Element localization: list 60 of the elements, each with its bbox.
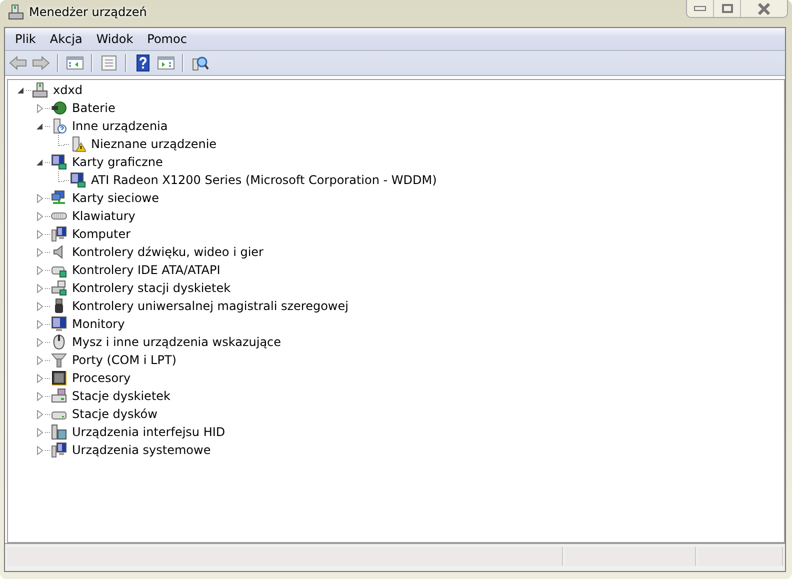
expand-arrow-icon[interactable] xyxy=(36,392,44,400)
tree-item[interactable]: xdxd xyxy=(52,82,84,98)
expand-arrow-icon[interactable] xyxy=(36,428,44,436)
tree-item[interactable]: Karty graficzne xyxy=(71,154,164,170)
port-icon xyxy=(51,352,67,368)
close-icon xyxy=(757,2,771,14)
tree-item[interactable]: Stacje dyskietek xyxy=(71,388,172,404)
floppy-controller-icon xyxy=(51,280,67,296)
expand-arrow-icon[interactable] xyxy=(36,284,44,292)
tree-item[interactable]: Baterie xyxy=(71,100,116,116)
tree-item[interactable]: Klawiatury xyxy=(71,208,136,224)
window-title: Menedżer urządzeń xyxy=(29,5,147,19)
collapse-arrow-icon[interactable] xyxy=(36,122,44,130)
tree-item[interactable]: Kontrolery stacji dyskietek xyxy=(71,280,232,296)
chip-icon xyxy=(51,370,67,386)
tree-item[interactable]: Porty (COM i LPT) xyxy=(71,352,178,368)
battery-icon xyxy=(51,100,67,116)
expand-arrow-icon[interactable] xyxy=(36,374,44,382)
hid-device-icon xyxy=(51,424,67,440)
expand-arrow-icon[interactable] xyxy=(36,212,44,220)
expand-arrow-icon[interactable] xyxy=(36,410,44,418)
expand-arrow-icon[interactable] xyxy=(36,320,44,328)
network-icon xyxy=(51,190,67,206)
tree-item[interactable]: Urządzenia systemowe xyxy=(71,442,212,458)
tree-item[interactable]: Monitory xyxy=(71,316,126,332)
display-adapter-icon xyxy=(51,154,67,170)
tree-item[interactable]: Karty sieciowe xyxy=(71,190,160,206)
expand-arrow-icon[interactable] xyxy=(36,248,44,256)
menu-item[interactable]: Akcja xyxy=(42,32,90,46)
tree-item[interactable]: ATI Radeon X1200 Series (Microsoft Corporation - WDDM) xyxy=(90,172,438,188)
expand-arrow-icon[interactable] xyxy=(36,446,44,454)
mouse-icon xyxy=(51,334,67,350)
expand-arrow-icon[interactable] xyxy=(36,266,44,274)
menu-item[interactable]: Pomoc xyxy=(140,32,194,46)
warning-device-icon xyxy=(70,136,86,152)
computer-icon xyxy=(32,82,48,98)
display-adapter-icon xyxy=(70,172,86,188)
device-question-icon xyxy=(51,118,67,134)
menu-item[interactable]: Plik xyxy=(8,32,43,46)
tree-item[interactable]: Procesory xyxy=(71,370,132,386)
tree-item[interactable]: Stacje dysków xyxy=(71,406,158,422)
tree-item[interactable]: Komputer xyxy=(71,226,132,242)
expand-arrow-icon[interactable] xyxy=(36,194,44,202)
tree-item[interactable]: Urządzenia interfejsu HID xyxy=(71,424,226,440)
tree-item[interactable]: Kontrolery dźwięku, wideo i gier xyxy=(71,244,264,260)
computer-icon xyxy=(8,4,24,20)
menu-item[interactable]: Widok xyxy=(89,32,140,46)
expand-arrow-icon[interactable] xyxy=(36,302,44,310)
expand-arrow-icon[interactable] xyxy=(36,230,44,238)
expand-arrow-icon[interactable] xyxy=(36,104,44,112)
tree-item[interactable]: Kontrolery IDE ATA/ATAPI xyxy=(71,262,222,278)
expand-arrow-icon[interactable] xyxy=(36,338,44,346)
tree-item[interactable]: Inne urządzenia xyxy=(71,118,169,134)
tree-item[interactable]: Mysz i inne urządzenia wskazujące xyxy=(71,334,282,350)
tree-item[interactable]: Kontrolery uniwersalnej magistrali szeregowej xyxy=(71,298,350,314)
tree-item[interactable]: Nieznane urządzenie xyxy=(90,136,218,152)
floppy-drive-icon xyxy=(51,388,67,404)
collapse-arrow-icon[interactable] xyxy=(17,86,25,94)
collapse-arrow-icon[interactable] xyxy=(36,158,44,166)
expand-arrow-icon[interactable] xyxy=(36,356,44,364)
